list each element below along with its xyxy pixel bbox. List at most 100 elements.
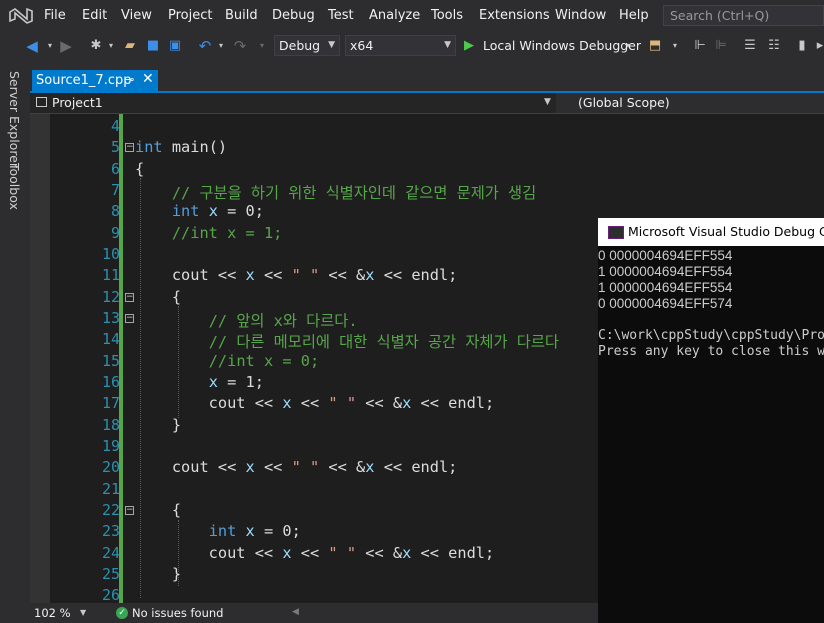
line-number: 19 [101,437,120,455]
redo-dropdown-icon[interactable]: ▾ [254,38,270,54]
visual-studio-logo-icon [9,7,33,24]
collapse-icon[interactable]: − [125,506,134,515]
line-number: 11 [101,266,120,284]
toolbox-dropdown-icon[interactable]: ▾ [667,38,683,54]
issues-status[interactable]: No issues found [132,606,223,620]
scope-dropdown[interactable]: (Global Scope) [578,95,670,110]
zoom-level[interactable]: 102 % [34,606,71,620]
editor-status-bar: 102 % ▼ ✓ No issues found ◀ [30,603,598,623]
navigation-bar: Project1 ▼ (Global Scope) [30,93,824,114]
comment-lines-icon[interactable]: ☰ [742,38,758,54]
save-icon[interactable]: ■ [145,38,161,54]
menu-window[interactable]: Window [555,8,606,23]
uncomment-lines-icon[interactable]: ☷ [766,38,782,54]
code-line: cout << x << " " << &x << endl; [135,458,458,476]
menu-file[interactable]: File [44,8,66,23]
chevron-down-icon[interactable]: ▼ [80,608,86,617]
menu-edit[interactable]: Edit [82,8,107,23]
code-line: x = 1; [208,373,264,391]
step-icon[interactable]: ⊩ [692,38,708,54]
console-output-line: 1 0000004694EFF554 [598,264,733,279]
code-line: cout << x << " " << &x << endl; [135,266,458,284]
open-icon[interactable]: ▰ [122,38,138,54]
collapse-icon[interactable]: − [125,143,134,152]
code-line: cout << x << " " << &x << endl; [135,394,495,412]
console-output-line: 0 0000004694EFF574 [598,296,733,311]
line-number: 16 [101,373,120,391]
collapse-icon[interactable]: − [125,314,134,323]
search-box[interactable]: Search (Ctrl+Q) [663,5,824,26]
code-line: } [135,565,182,583]
console-app-icon [608,226,624,239]
chevron-down-icon: ▾ [626,41,631,50]
code-line: //int x = 1; [171,224,283,242]
close-icon[interactable]: ✕ [142,71,154,87]
new-dropdown-icon[interactable]: ▾ [103,38,119,54]
code-line: int x = 0; [208,522,301,540]
forward-icon[interactable]: ▶ [58,38,74,54]
standard-toolbar: ◀ ▾ ▶ ✱ ▾ ▰ ■ ▣ ↶ ▾ ↷ ▾ Debug ▼ x64 ▼ ▶ … [0,31,824,61]
line-number: 18 [101,416,120,434]
line-number: 6 [110,160,120,178]
step-out-icon[interactable]: ⊫ [713,38,729,54]
line-number: 21 [101,480,120,498]
line-number: 26 [101,586,120,604]
new-project-icon[interactable]: ✱ [88,38,104,54]
line-number: 8 [110,202,120,220]
next-bookmark-icon[interactable]: ▸ [812,38,824,54]
start-debugging-button[interactable]: ▶ Local Windows Debugger ▾ [462,35,641,57]
back-dropdown-icon[interactable]: ▾ [42,38,58,54]
menu-debug[interactable]: Debug [272,8,315,23]
undo-dropdown-icon[interactable]: ▾ [213,38,229,54]
collapse-icon[interactable]: − [125,293,134,302]
line-number: 23 [101,522,120,540]
menu-build[interactable]: Build [225,8,258,23]
tool-window-sidebar: Server Explorer Toolbox [0,61,30,623]
console-output-line: 1 0000004694EFF554 [598,280,733,295]
line-number: 17 [101,394,120,412]
configuration-select[interactable]: Debug ▼ [274,35,340,56]
redo-icon[interactable]: ↷ [232,38,248,54]
menu-view[interactable]: View [121,8,152,23]
chevron-down-icon: ▼ [328,40,335,50]
pin-icon[interactable]: ⊸ [125,73,134,86]
menu-project[interactable]: Project [168,8,212,23]
code-line: int main() [135,138,228,156]
line-number: 15 [101,352,120,370]
line-number: 9 [110,224,120,242]
line-number: 22 [101,501,120,519]
platform-select[interactable]: x64 ▼ [345,35,456,56]
code-line: // 앞의 x와 다르다. [208,312,358,330]
toolbox-icon[interactable]: ⬒ [647,38,663,54]
console-title: Microsoft Visual Studio Debug Console [628,224,824,239]
chevron-down-icon: ▼ [544,97,551,107]
console-output-line: C:\work\cppStudy\cppStudy\Project1 [598,328,824,343]
code-line: // 다른 메모리에 대한 식별자 공간 자체가 다르다 [208,333,559,351]
menu-help[interactable]: Help [619,8,649,23]
save-all-icon[interactable]: ▣ [167,38,183,54]
menu-analyze[interactable]: Analyze [369,8,420,23]
menu-test[interactable]: Test [328,8,354,23]
chevron-down-icon: ▼ [444,40,451,50]
code-line: } [135,416,182,434]
menu-tools[interactable]: Tools [431,8,463,23]
scroll-left-icon[interactable]: ◀ [292,607,299,617]
tab-source1-7-cpp[interactable]: Source1_7.cpp ⊸ ✕ [32,70,158,93]
undo-icon[interactable]: ↶ [197,38,213,54]
back-icon[interactable]: ◀ [24,38,40,54]
code-line: cout << x << " " << &x << endl; [135,544,495,562]
change-tracking-bar [119,114,123,603]
console-title-bar[interactable]: Microsoft Visual Studio Debug Console [598,218,824,246]
menu-bar: File Edit View Project Build Debug Test … [0,0,824,31]
line-number: 20 [101,458,120,476]
project-dropdown[interactable]: Project1 ▼ [30,93,556,113]
server-explorer-tab[interactable]: Server Explorer [7,71,22,168]
configuration-value: Debug [279,38,321,53]
bookmark-icon[interactable]: ▮ [794,38,810,54]
line-number: 24 [101,544,120,562]
project-name: Project1 [52,95,103,110]
menu-extensions[interactable]: Extensions [479,8,550,23]
toolbox-tab[interactable]: Toolbox [7,163,22,210]
project-icon [36,97,47,107]
debug-console-window[interactable]: Microsoft Visual Studio Debug Console 0 … [598,218,824,623]
